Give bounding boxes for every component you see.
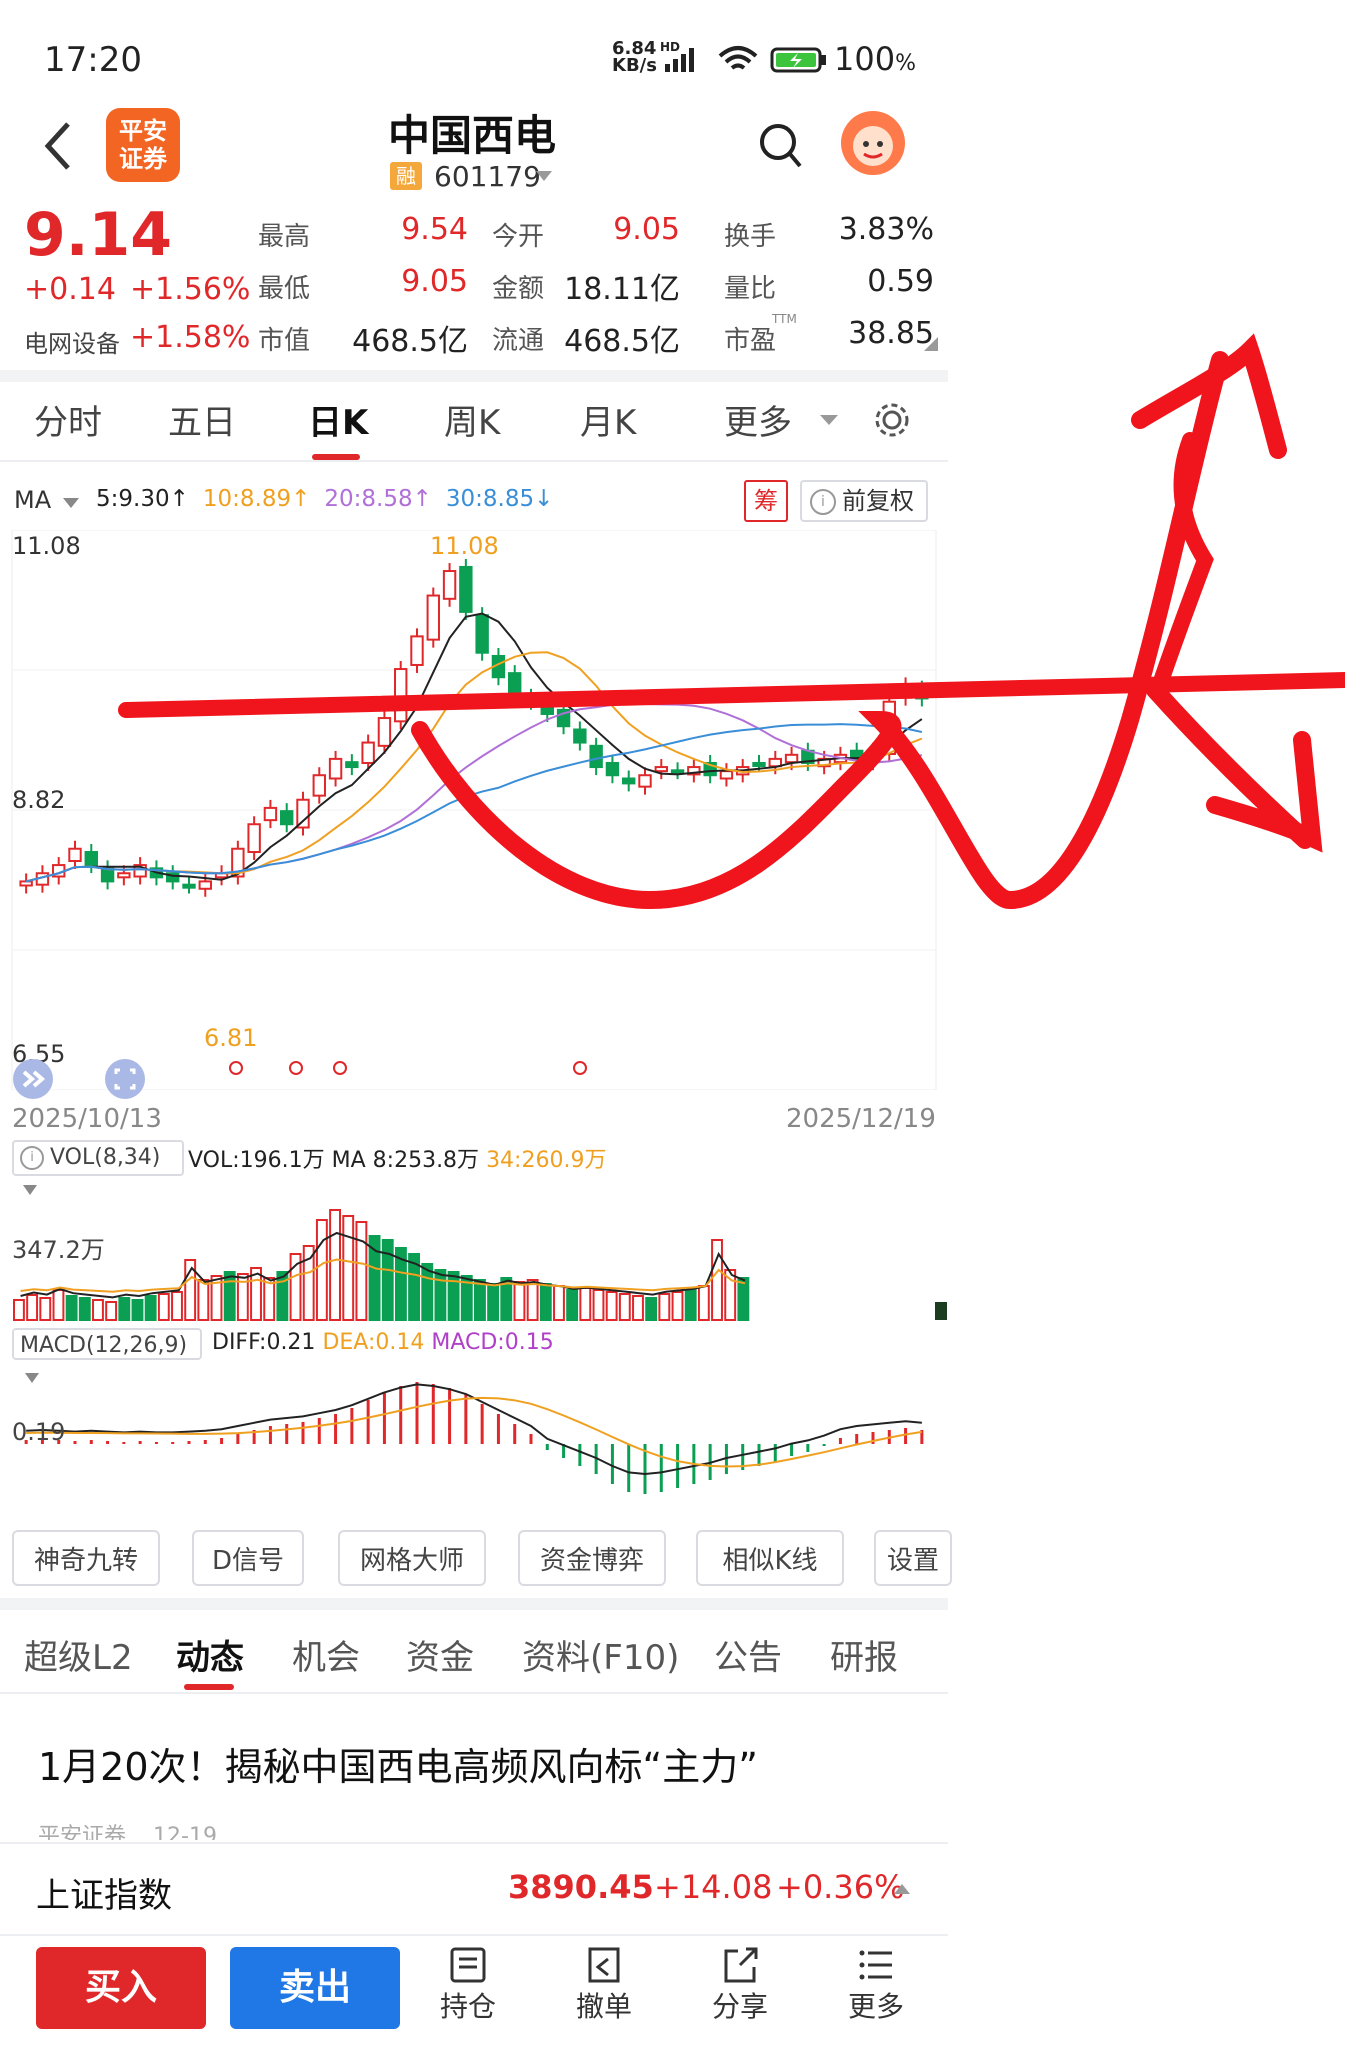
annotation-u-curve	[411, 351, 1229, 910]
freehand-annotation	[118, 333, 1345, 910]
annotation-down-arrow	[1146, 681, 1323, 853]
